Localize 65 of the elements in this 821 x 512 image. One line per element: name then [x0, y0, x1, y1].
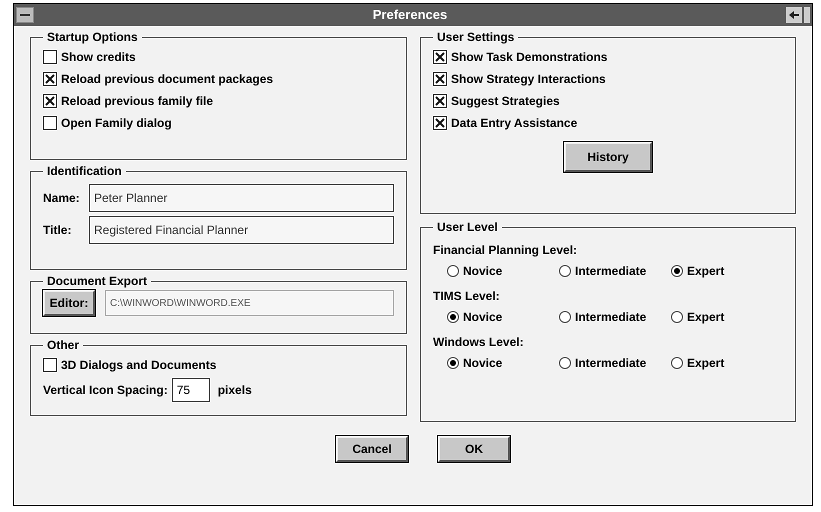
- group-title: Startup Options: [46, 29, 139, 46]
- spacing-field[interactable]: 75: [172, 378, 210, 402]
- radio-button[interactable]: [447, 265, 459, 277]
- radio-label: Novice: [463, 355, 502, 372]
- checkbox[interactable]: [433, 50, 447, 64]
- checkbox[interactable]: [43, 358, 57, 372]
- text-field[interactable]: Peter Planner: [89, 184, 394, 212]
- unit-label: pixels: [218, 382, 252, 399]
- level-label: Windows Level:: [433, 334, 525, 351]
- checkbox-label: Show Task Demonstrations: [451, 49, 608, 66]
- checkbox[interactable]: [433, 116, 447, 130]
- checkbox-label: Open Family dialog: [61, 115, 172, 132]
- group-title: User Settings: [436, 29, 516, 46]
- radio-button[interactable]: [671, 311, 683, 323]
- radio-button[interactable]: [559, 311, 571, 323]
- radio-label: Expert: [687, 309, 724, 326]
- dialog-button[interactable]: History: [564, 142, 652, 172]
- radio-label: Expert: [687, 355, 724, 372]
- field-label: Name:: [43, 190, 81, 207]
- checkbox-label: Data Entry Assistance: [451, 115, 578, 132]
- system-menu-icon[interactable]: [16, 7, 34, 23]
- checkbox[interactable]: [43, 50, 57, 64]
- field-label: Vertical Icon Spacing:: [43, 382, 168, 399]
- radio-label: Novice: [463, 263, 502, 280]
- checkbox[interactable]: [433, 72, 447, 86]
- radio-button[interactable]: [447, 311, 459, 323]
- radio-button[interactable]: [671, 265, 683, 277]
- checkbox[interactable]: [43, 116, 57, 130]
- checkbox-label: 3D Dialogs and Documents: [61, 357, 216, 374]
- radio-button[interactable]: [559, 357, 571, 369]
- path-field[interactable]: C:\WINWORD\WINWORD.EXE: [105, 290, 394, 316]
- radio-button[interactable]: [671, 357, 683, 369]
- window-title: Preferences: [372, 6, 448, 24]
- checkbox[interactable]: [43, 94, 57, 108]
- check-cross-icon: [435, 52, 445, 62]
- radio-button[interactable]: [447, 357, 459, 369]
- radio-label: Intermediate: [575, 263, 646, 280]
- checkbox-label: Reload previous document packages: [61, 71, 274, 88]
- radio-label: Intermediate: [575, 309, 646, 326]
- checkbox-label: Show credits: [61, 49, 136, 66]
- dialog-button[interactable]: Editor:: [43, 290, 95, 316]
- check-cross-icon: [435, 96, 445, 106]
- field-label: Title:: [43, 222, 72, 239]
- dialog-button[interactable]: Cancel: [336, 436, 408, 462]
- checkbox-label: Reload previous family file: [61, 93, 214, 110]
- group-title: Other: [46, 337, 80, 354]
- checkbox[interactable]: [43, 72, 57, 86]
- checkbox-label: Suggest Strategies: [451, 93, 560, 110]
- check-cross-icon: [435, 74, 445, 84]
- check-cross-icon: [45, 74, 55, 84]
- group-title: Identification: [46, 163, 123, 180]
- checkbox-label: Show Strategy Interactions: [451, 71, 606, 88]
- text-field[interactable]: Registered Financial Planner: [89, 216, 394, 244]
- group-title: User Level: [436, 219, 499, 236]
- radio-label: Intermediate: [575, 355, 646, 372]
- radio-label: Novice: [463, 309, 502, 326]
- radio-label: Expert: [687, 263, 724, 280]
- check-cross-icon: [45, 96, 55, 106]
- level-label: TIMS Level:: [433, 288, 501, 305]
- level-label: Financial Planning Level:: [433, 242, 578, 259]
- radio-button[interactable]: [559, 265, 571, 277]
- dialog-button[interactable]: OK: [438, 436, 510, 462]
- check-cross-icon: [435, 118, 445, 128]
- group-title: Document Export: [46, 273, 148, 290]
- checkbox[interactable]: [433, 94, 447, 108]
